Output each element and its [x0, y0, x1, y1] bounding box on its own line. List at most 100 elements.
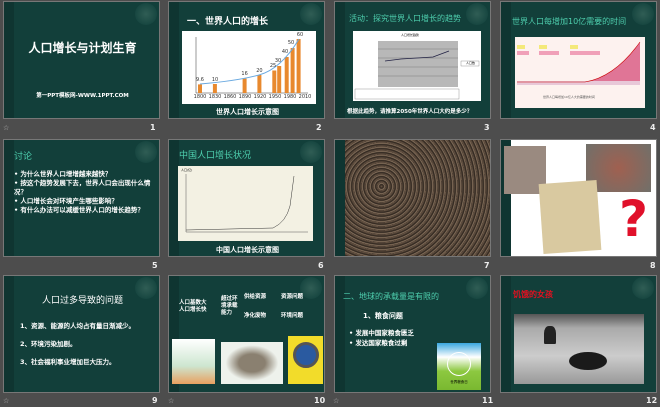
- data-label: 16: [241, 71, 248, 77]
- slide-thumbnail-8[interactable]: ?: [500, 139, 657, 257]
- transition-star-icon: ☆: [3, 124, 10, 132]
- diagram-purify: 净化废物: [244, 313, 267, 319]
- slide-title: 一、世界人口的增长: [187, 17, 269, 27]
- slide-title: 人口过多导致的问题: [41, 296, 123, 306]
- question-text: 根据此趋势，请推算2050年世界人口大约是多少？: [347, 109, 473, 115]
- bar: [257, 75, 262, 93]
- bullet-list: • 为什么世界人口增增越来越快？ • 按这个趋势发展下去，世界人口会出现什么情况…: [14, 170, 154, 215]
- slide-thumbnail-6[interactable]: 中国人口增长状况 人口(亿) 中国人口增长示意图: [168, 139, 325, 257]
- slide-thumbnail-9[interactable]: 人口过多导致的问题 1、资源、能源的人均占有量日渐减少。 2、环境污染加剧。 3…: [3, 275, 160, 393]
- slide-title: 活动：探究世界人口增长的趋势: [349, 14, 461, 23]
- fao-logo: 世界粮食日: [437, 343, 481, 390]
- bullet-item: • 有什么办法可以减缓世界人口的增长趋势？: [14, 206, 144, 214]
- list-item: 2、环境污染加剧。: [20, 340, 77, 348]
- chart-caption: 中国人口增长示意图: [216, 246, 279, 254]
- x-tick-label: 2010: [298, 94, 312, 100]
- slide-thumbnail-12[interactable]: 饥饿的女孩: [500, 275, 657, 393]
- vulture-girl-photo: [514, 314, 644, 384]
- slide-thumbnail-5[interactable]: 讨论 • 为什么世界人口增增越来越快？ • 按这个趋势发展下去，世界人口会出现什…: [3, 139, 160, 257]
- leaf-decoration-icon: [300, 277, 322, 299]
- slide-thumbnail-1[interactable]: 人口增长与计划生育 第一PPT模板网-WWW.1PPT.COM: [3, 1, 160, 119]
- slide-subtitle: 1、粮食问题: [363, 312, 403, 320]
- data-label: 20: [256, 68, 263, 74]
- slide-number: 11: [482, 396, 494, 405]
- bar: [284, 57, 289, 93]
- bar: [242, 78, 247, 93]
- x-tick-label: 1890: [238, 94, 252, 100]
- transition-star-icon: ☆: [3, 397, 10, 405]
- leaf-decoration-icon: [135, 3, 157, 25]
- slide-title: 世界人口每增加10亿需要的时间: [512, 17, 627, 26]
- data-label: 25: [269, 63, 277, 69]
- slide-number: 9: [152, 396, 158, 405]
- diagram-supply: 供给资源: [244, 294, 267, 300]
- bar: [277, 66, 282, 93]
- bullet-item: • 按这个趋势发展下去，世界人口会出现什么情况？: [14, 179, 151, 196]
- leaf-decoration-icon: [300, 3, 322, 25]
- slide-thumbnail-10[interactable]: 人口基数大 人口增长快 超过环 境承载 能力 供给资源 净化废物 资源问题 环境问题: [168, 275, 325, 393]
- data-label: 50: [287, 40, 295, 46]
- chart-caption: 世界人口增长示意图: [216, 108, 279, 116]
- data-label: 60: [296, 32, 304, 38]
- leaf-decoration-icon: [466, 277, 488, 299]
- population-bar-chart: 9.6 10 16 20 25 30 40 50 60 1800 1830 18…: [182, 31, 316, 104]
- list-item: 1、资源、能源的人均占有量日渐减少。: [20, 322, 136, 330]
- leaf-decoration-icon: [632, 277, 654, 299]
- question-mark-icon: ?: [619, 190, 649, 248]
- slide-number: 2: [316, 123, 322, 132]
- bar: [290, 48, 295, 93]
- line-chart-image: 人口增长趋势 人口数: [353, 31, 481, 101]
- chart-legend: 人口数: [466, 61, 476, 65]
- slide-title: 二、地球的承载量是有限的: [343, 292, 439, 301]
- bullet-item: • 发展中国家粮食匮乏: [349, 329, 414, 337]
- time-chart-image: 世界人口每增加10亿人大约需要的时间: [515, 37, 645, 108]
- slide-number: 12: [646, 396, 658, 405]
- slide-thumbnail-3[interactable]: 活动：探究世界人口增长的趋势 人口增长趋势 人口数 根据此趋势，请推算2050年…: [334, 1, 491, 119]
- slide-thumbnail-4[interactable]: 世界人口每增加10亿需要的时间 世界人口每增加10亿人大约需要的时间: [500, 1, 657, 119]
- diagram-middle: 超过环 境承载 能力: [221, 296, 238, 316]
- x-tick-label: 1830: [208, 94, 222, 100]
- list-item: 3、社会福利事业增加巨大压力。: [20, 358, 116, 366]
- crowd-illustration: [221, 342, 283, 384]
- slide-number: 6: [318, 261, 324, 270]
- slide-number: 1: [150, 123, 156, 132]
- diagram-resource-problem: 资源问题: [281, 294, 304, 300]
- slide-title: 人口增长与计划生育: [28, 41, 137, 55]
- transition-star-icon: ☆: [333, 397, 340, 405]
- slide-number: 10: [314, 396, 326, 405]
- slide-thumbnail-2[interactable]: 一、世界人口的增长 9.6 10 16 20 25 30 40 50 60 18…: [168, 1, 325, 119]
- data-label: 30: [274, 58, 282, 64]
- x-tick-label: 1920: [253, 94, 267, 100]
- x-tick-label: 1980: [283, 94, 297, 100]
- leaf-decoration-icon: [135, 141, 157, 163]
- bullet-item: • 为什么世界人口增增越来越快？: [14, 170, 112, 178]
- slide-thumbnail-11[interactable]: 二、地球的承载量是有限的 1、粮食问题 • 发展中国家粮食匮乏 • 发达国家粮食…: [334, 275, 491, 393]
- slide-number: 3: [484, 123, 490, 132]
- leaf-decoration-icon: [300, 141, 322, 163]
- bar: [272, 70, 277, 93]
- forest-illustration: [172, 339, 215, 384]
- china-population-chart: 人口(亿): [178, 166, 313, 241]
- x-tick-label: 1860: [223, 94, 237, 100]
- bar: [296, 39, 301, 93]
- slide-title: 饥饿的女孩: [513, 290, 553, 299]
- slide-title: 中国人口增长状况: [179, 151, 252, 161]
- x-tick-label: 1950: [268, 94, 282, 100]
- data-label: 40: [281, 49, 289, 55]
- slide-thumbnail-7[interactable]: [334, 139, 491, 257]
- crowd-photo: [335, 140, 490, 256]
- leaf-decoration-icon: [632, 3, 654, 25]
- data-label: 9.6: [196, 77, 204, 83]
- logo-caption: 世界粮食日: [450, 380, 468, 384]
- x-tick-label: 1800: [193, 94, 207, 100]
- slide-number: 8: [650, 261, 656, 270]
- earth-tree-illustration: [288, 336, 323, 384]
- slide-title: 讨论: [14, 152, 33, 162]
- leaf-decoration-icon: [466, 3, 488, 25]
- bar: [212, 84, 217, 93]
- bullet-item: • 发达国家粮食过剩: [349, 339, 408, 347]
- diagram-environment-problem: 环境问题: [281, 313, 304, 319]
- transition-star-icon: ☆: [168, 397, 175, 405]
- chart-caption: 世界人口每增加10亿人大约需要的时间: [543, 95, 595, 99]
- bullet-item: • 人口增长会对环境产生哪些影响？: [14, 197, 118, 205]
